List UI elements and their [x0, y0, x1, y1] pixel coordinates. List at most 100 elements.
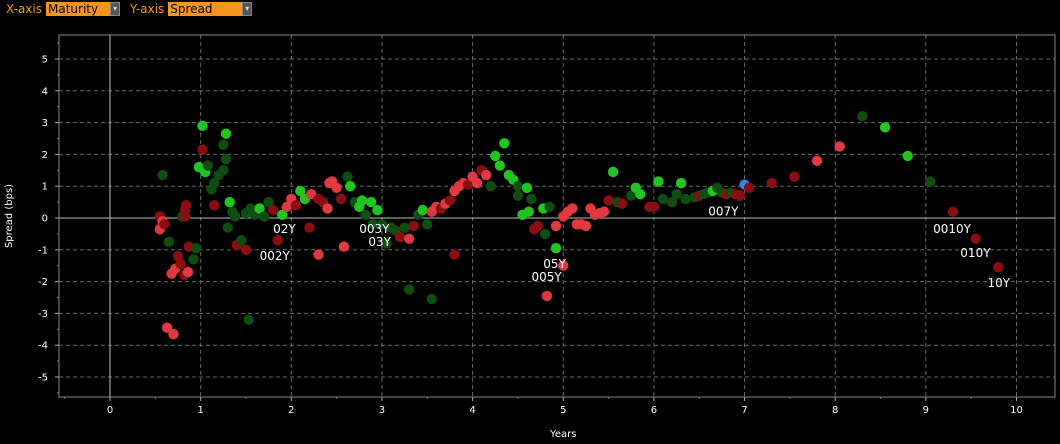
data-point [490, 150, 501, 162]
data-point [168, 328, 179, 340]
data-point [331, 182, 342, 193]
x-tick-label: 2 [288, 405, 294, 416]
data-point [360, 209, 371, 221]
data-point [356, 195, 368, 206]
data-point [616, 198, 628, 209]
data-point [313, 249, 324, 260]
data-point [675, 177, 687, 189]
x-axis-title: Years [549, 429, 576, 440]
data-point [834, 141, 845, 152]
data-point [648, 201, 660, 213]
data-point [180, 200, 192, 211]
data-point [789, 171, 800, 182]
data-point [449, 249, 460, 260]
axes: 543210-1-2-3-4-50 1 2 3 4 5 6 7 8 9 10 [38, 34, 1056, 416]
data-point [290, 200, 302, 211]
data-point [399, 222, 410, 233]
data-point [541, 290, 553, 302]
y-tick-label: -5 [38, 373, 48, 384]
x-tick-label: 3 [379, 405, 385, 416]
data-point [202, 160, 214, 171]
point-label: 005Y [532, 270, 563, 284]
data-point [970, 233, 981, 244]
data-point [526, 193, 537, 205]
x-tick-label: 7 [741, 405, 747, 416]
x-tick-label: 6 [651, 405, 657, 416]
point-label: 010Y [960, 246, 991, 260]
point-annotations: 02Y002Y003Y03Y007Y05Y005Y0010Y010Y10Y [260, 205, 1011, 291]
point-label: 02Y [273, 222, 296, 236]
data-point [197, 120, 208, 131]
data-point [222, 222, 234, 233]
data-point [422, 219, 433, 230]
y-tick-label: 3 [42, 118, 48, 129]
data-point [403, 233, 415, 244]
data-point [512, 181, 524, 192]
x-tick-label: 1 [197, 405, 203, 416]
data-point [338, 241, 350, 252]
data-point [657, 193, 669, 205]
y-tick-label: -3 [38, 309, 48, 320]
x-tick-label: 10 [1010, 405, 1023, 416]
y-tick-label: -1 [38, 245, 48, 256]
data-point [403, 284, 415, 295]
data-point [902, 150, 913, 162]
data-point [879, 122, 891, 133]
scatter-chart: 543210-1-2-3-4-50 1 2 3 4 5 6 7 8 9 10 02Y002Y003Y… [4, 34, 1056, 440]
data-point [444, 195, 456, 206]
data-point [180, 211, 191, 222]
data-point [580, 220, 592, 232]
data-point [653, 176, 664, 187]
data-point [175, 258, 186, 270]
y-tick-label: -4 [38, 341, 48, 352]
data-point [539, 228, 551, 240]
data-point [345, 181, 356, 192]
x-tick-label: 5 [560, 405, 566, 416]
data-point [494, 160, 505, 171]
data-point [471, 177, 483, 189]
y-tick-label: 1 [42, 182, 48, 193]
y-axis-title: Spread (bps) [4, 184, 15, 248]
data-point [218, 139, 229, 151]
data-point [811, 155, 823, 166]
data-point [480, 169, 492, 181]
data-point [394, 231, 406, 243]
x-tick-label: 8 [832, 405, 838, 416]
data-point [417, 204, 428, 216]
data-point [521, 182, 533, 193]
point-label: 0010Y [933, 222, 972, 236]
data-point [857, 111, 868, 122]
data-point [163, 236, 175, 248]
data-point [947, 206, 959, 217]
grid-lines [59, 35, 1055, 397]
data-point [182, 266, 194, 278]
data-point [532, 220, 544, 232]
data-point [635, 188, 646, 200]
data-point [197, 144, 208, 155]
data-point [485, 181, 496, 192]
data-point [267, 204, 279, 216]
y-tick-label: 4 [42, 86, 48, 97]
x-tick-label: 0 [107, 405, 113, 416]
data-point [218, 165, 229, 176]
data-point [190, 243, 202, 254]
data-point [236, 235, 247, 246]
data-point [523, 206, 535, 217]
data-point [544, 201, 555, 213]
point-label: 007Y [708, 205, 739, 219]
point-label: 002Y [260, 249, 291, 263]
data-point [342, 171, 353, 182]
data-point [598, 206, 610, 217]
data-point [671, 188, 682, 200]
data-point [240, 244, 252, 255]
data-point [335, 193, 347, 205]
data-point [258, 211, 270, 222]
data-point [567, 203, 578, 214]
data-point [603, 195, 614, 206]
data-point [743, 182, 755, 193]
y-tick-label: -2 [38, 277, 48, 288]
data-point [220, 153, 232, 165]
data-point [426, 293, 438, 305]
data-point [512, 190, 524, 201]
data-point [209, 200, 220, 211]
